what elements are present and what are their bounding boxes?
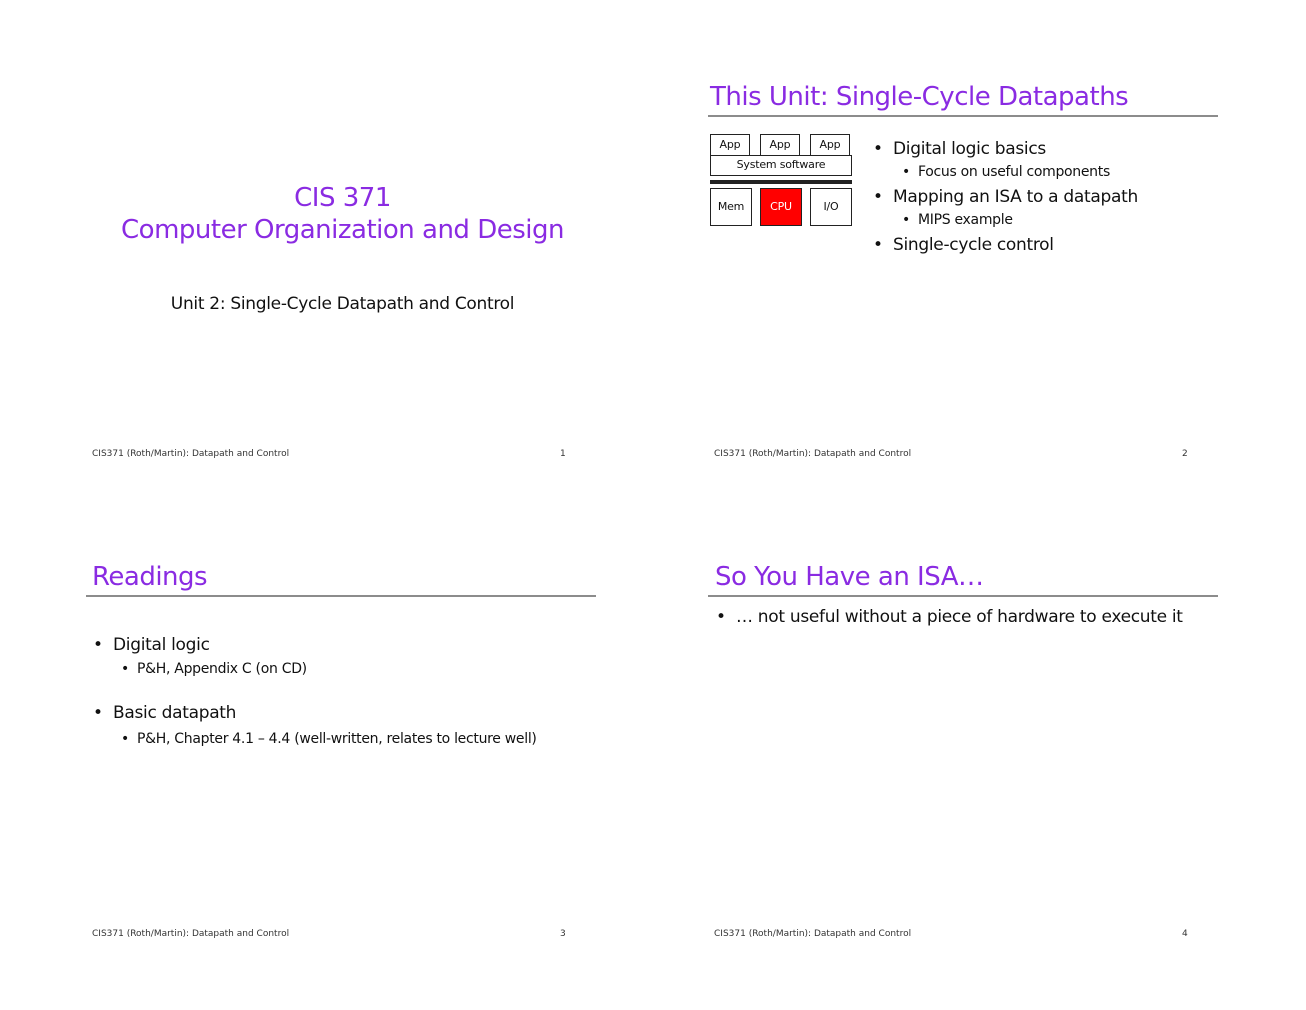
sub-bullet-item: Focus on useful components xyxy=(902,164,1110,180)
mem-box: Mem xyxy=(710,188,752,226)
slide-title: So You Have an ISA… xyxy=(715,562,984,592)
slide-footer: CIS371 (Roth/Martin): Datapath and Contr… xyxy=(92,929,290,939)
page-number: 2 xyxy=(1182,449,1188,459)
bullet-item: Basic datapath xyxy=(93,703,236,723)
title-divider xyxy=(708,115,1218,117)
slide-footer: CIS371 (Roth/Martin): Datapath and Contr… xyxy=(714,929,912,939)
page-number: 4 xyxy=(1182,929,1188,939)
bullet-item: … not useful without a piece of hardware… xyxy=(716,607,1183,627)
bullet-item: Single-cycle control xyxy=(873,235,1054,255)
unit-subtitle: Unit 2: Single-Cycle Datapath and Contro… xyxy=(170,294,515,314)
slide-footer: CIS371 (Roth/Martin): Datapath and Contr… xyxy=(92,449,290,459)
bullet-item: Digital logic basics xyxy=(873,139,1046,159)
system-software-box: System software xyxy=(710,155,852,176)
page-number: 3 xyxy=(560,929,566,939)
page-number: 1 xyxy=(560,449,566,459)
sub-bullet-item: MIPS example xyxy=(902,212,1013,228)
slide-2: This Unit: Single-Cycle Datapaths App Ap… xyxy=(692,40,1252,470)
sub-bullet-item: P&H, Appendix C (on CD) xyxy=(121,661,307,677)
app-box: App xyxy=(710,134,750,156)
app-box: App xyxy=(810,134,850,156)
course-number: CIS 371 xyxy=(294,183,391,213)
title-divider xyxy=(708,595,1218,597)
slide-title: Readings xyxy=(92,562,208,592)
slide-title: This Unit: Single-Cycle Datapaths xyxy=(710,82,1129,112)
bullet-item: Mapping an ISA to a datapath xyxy=(873,187,1138,207)
sub-bullet-item: P&H, Chapter 4.1 – 4.4 (well-written, re… xyxy=(121,731,537,747)
course-title: Computer Organization and Design xyxy=(121,215,564,245)
app-box: App xyxy=(760,134,800,156)
system-stack-diagram: App App App System software Mem CPU I/O xyxy=(710,134,854,228)
slide-4: So You Have an ISA… … not useful without… xyxy=(692,520,1252,950)
cpu-box: CPU xyxy=(760,188,802,226)
divider-bar xyxy=(710,180,852,184)
io-box: I/O xyxy=(810,188,852,226)
slide-1: CIS 371 Computer Organization and Design… xyxy=(70,40,630,470)
bullet-item: Digital logic xyxy=(93,635,210,655)
slide-3: Readings Digital logic P&H, Appendix C (… xyxy=(70,520,630,950)
slide-footer: CIS371 (Roth/Martin): Datapath and Contr… xyxy=(714,449,912,459)
title-divider xyxy=(86,595,596,597)
